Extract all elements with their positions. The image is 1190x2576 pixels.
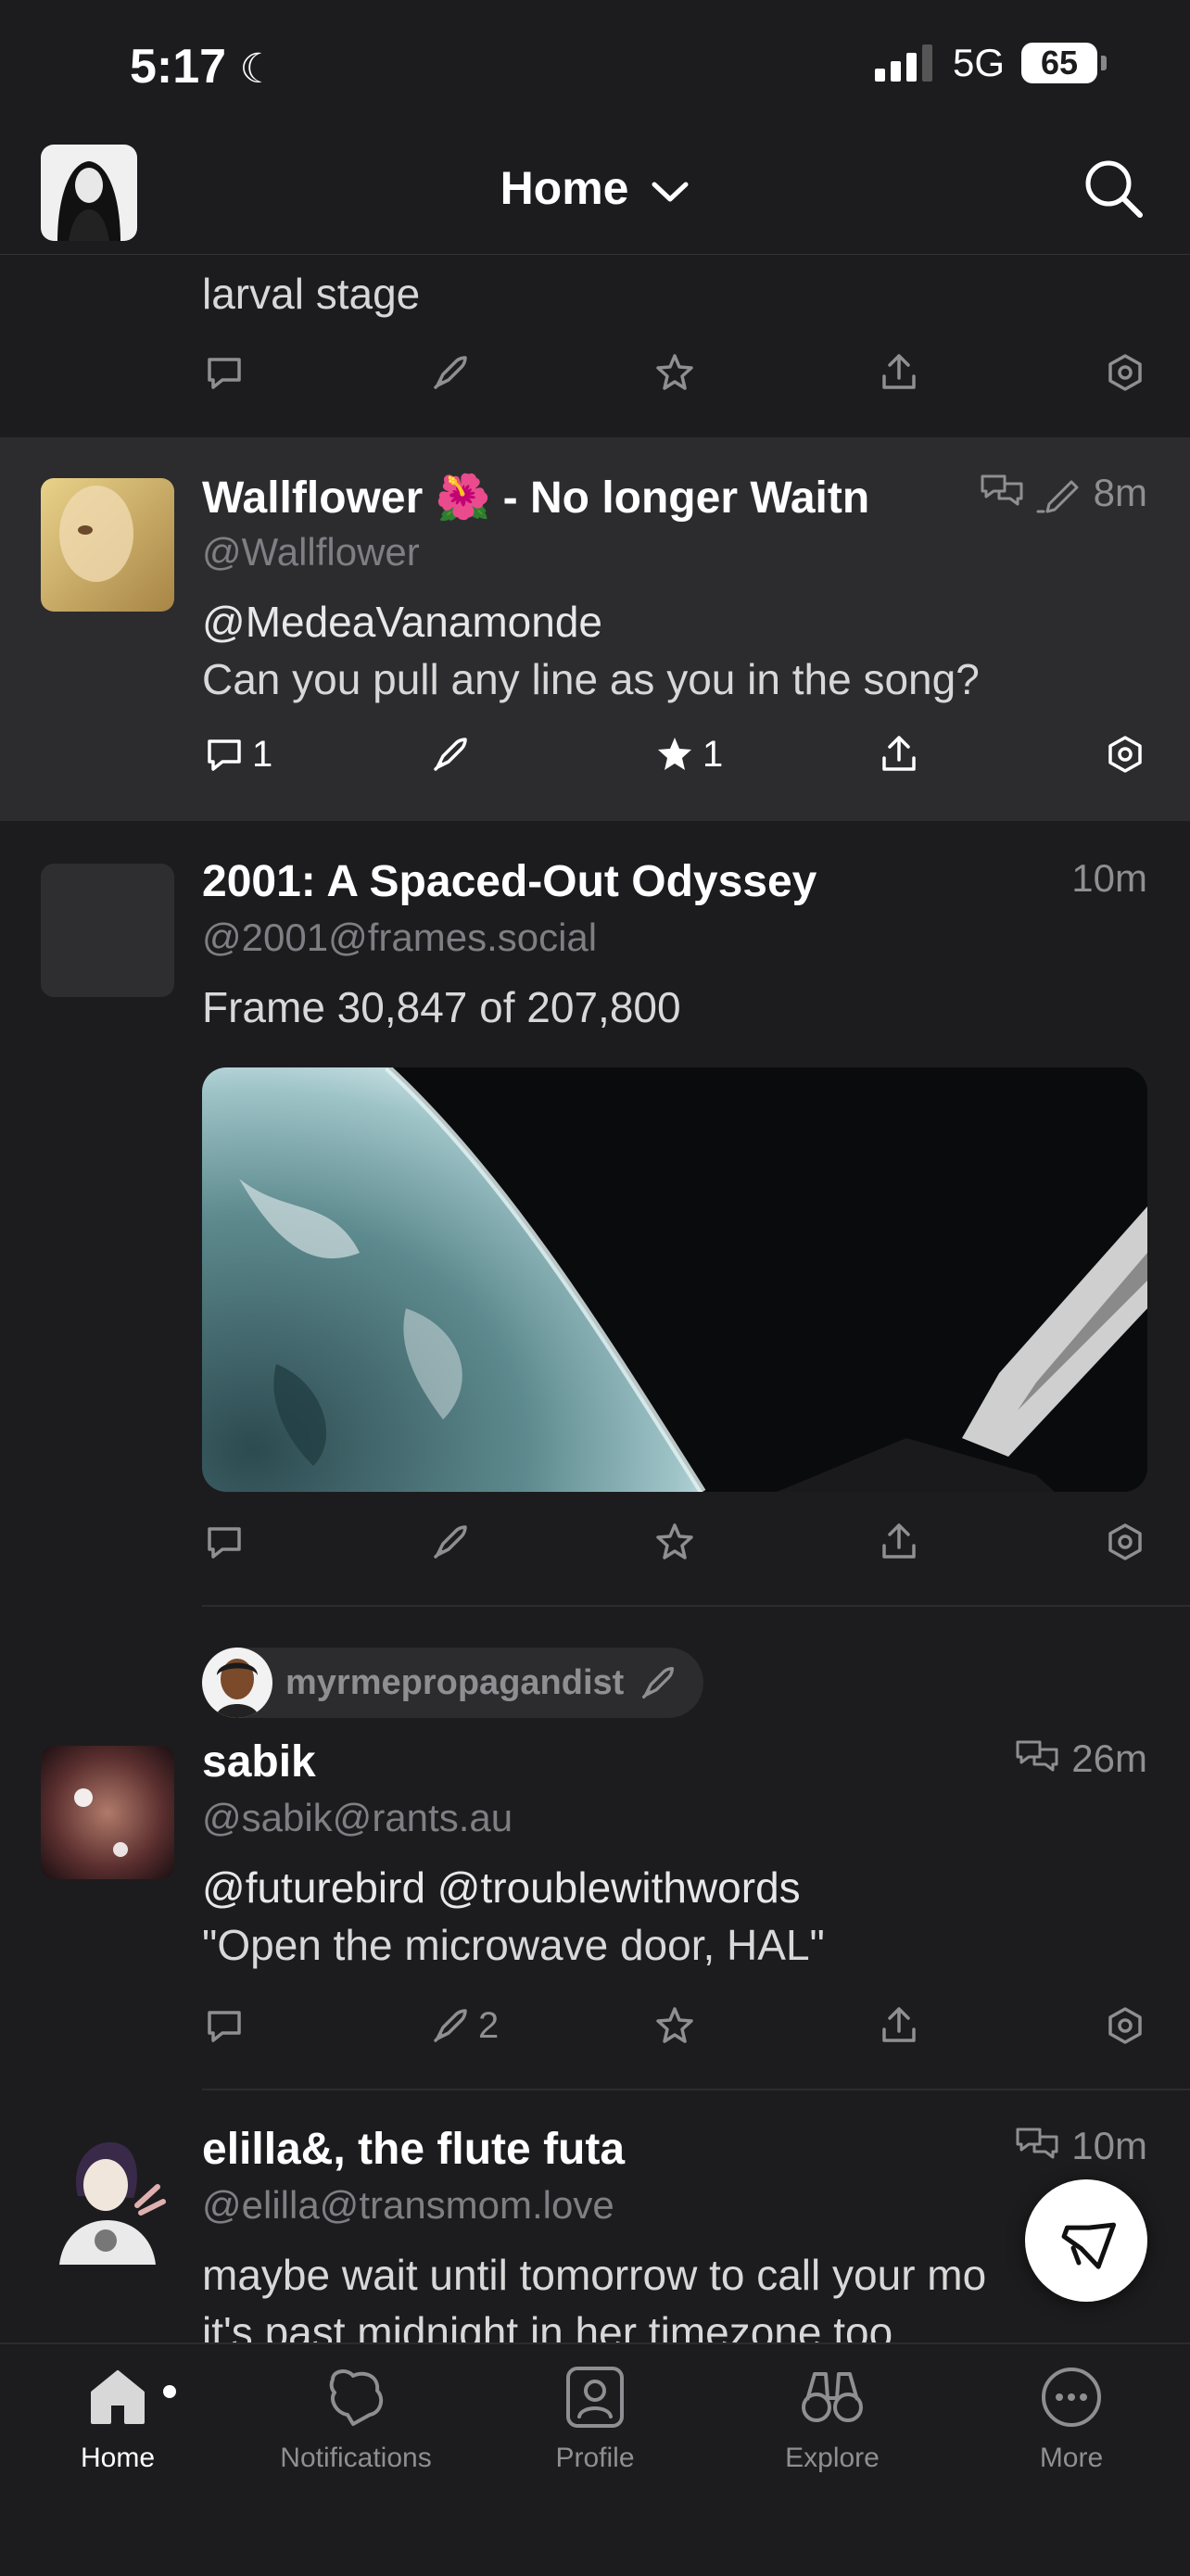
- favorite-button[interactable]: [652, 350, 697, 395]
- timeline-switcher[interactable]: Home: [0, 161, 1190, 215]
- tab-profile[interactable]: Profile: [493, 2361, 697, 2474]
- more-actions-button[interactable]: [1103, 350, 1147, 395]
- post-highlighted[interactable]: Wallflower 🌺 - No longer Waitn 8m @Wallf…: [0, 437, 1190, 821]
- moon-icon: ☾: [239, 46, 276, 92]
- thread-icon: [981, 474, 1023, 506]
- tab-notifications[interactable]: Notifications: [254, 2361, 458, 2474]
- post-body: @futurebird @troublewithwords "Open the …: [202, 1859, 825, 1974]
- boost-button[interactable]: [428, 350, 473, 395]
- handle[interactable]: @2001@frames.social: [202, 915, 597, 960]
- home-icon: [91, 2370, 145, 2424]
- post-time: 10m: [1071, 2124, 1147, 2167]
- more-actions-button[interactable]: [1103, 2003, 1147, 2048]
- boost-button[interactable]: [428, 1520, 473, 1564]
- handle[interactable]: @sabik@rants.au: [202, 1796, 513, 1840]
- reply-button[interactable]: [202, 2003, 247, 2048]
- more-actions-button[interactable]: [1103, 1520, 1147, 1564]
- boost-button[interactable]: 2: [428, 2003, 499, 2048]
- post-elilla[interactable]: elilla&, the flute futa 10m @elilla@tran…: [0, 2090, 1190, 2342]
- more-icon: [1042, 2368, 1101, 2427]
- boost-button[interactable]: [428, 732, 473, 777]
- boosted-by-pill[interactable]: myrmepropagandist: [202, 1648, 704, 1718]
- post-body: larval stage: [202, 270, 421, 318]
- display-name[interactable]: 2001: A Spaced-Out Odyssey: [202, 856, 817, 907]
- page-title: Home: [500, 162, 629, 214]
- favorite-button[interactable]: [652, 2003, 697, 2048]
- notifications-icon: [329, 2369, 384, 2426]
- post-sabik[interactable]: myrmepropagandist sabik 26m @sabik@rants…: [0, 1607, 1190, 2089]
- booster-avatar: [202, 1648, 272, 1718]
- post-time: 26m: [1071, 1736, 1147, 1780]
- post-body-line: Can you pull any line as you in the song…: [202, 655, 980, 703]
- time-label: 5:17: [130, 40, 227, 94]
- post-meta: 8m: [979, 471, 1147, 515]
- tab-more[interactable]: More: [969, 2361, 1173, 2474]
- status-time: 5:17 ☾: [130, 39, 276, 95]
- post-body-line: "Open the microwave door, HAL": [202, 1921, 825, 1969]
- handle[interactable]: @Wallflower: [202, 530, 420, 575]
- reply-button[interactable]: [202, 350, 247, 395]
- chevron-down-icon: [652, 182, 689, 202]
- unread-dot: [163, 2385, 176, 2398]
- post-body: @MedeaVanamonde Can you pull any line as…: [202, 593, 980, 708]
- tab-home[interactable]: Home: [16, 2361, 220, 2474]
- network-label: 5G: [952, 41, 1005, 84]
- post-time: 10m: [1071, 856, 1147, 900]
- booster-name: myrmepropagandist: [285, 1662, 625, 1702]
- thread-icon: [1016, 1740, 1058, 1772]
- thread-icon: [1016, 2128, 1058, 2159]
- display-name[interactable]: sabik: [202, 1736, 316, 1787]
- avatar[interactable]: [41, 478, 174, 612]
- mention-link[interactable]: @MedeaVanamonde: [202, 593, 980, 650]
- mention-links[interactable]: @futurebird @troublewithwords: [202, 1859, 825, 1916]
- reply-button[interactable]: 1: [202, 732, 272, 777]
- post-meta: 26m: [1014, 1736, 1147, 1781]
- avatar[interactable]: [41, 864, 174, 997]
- share-button[interactable]: [877, 1520, 921, 1564]
- post-body-line: maybe wait until tomorrow to call your m…: [202, 2251, 987, 2299]
- boost-icon: [642, 1666, 675, 1699]
- share-button[interactable]: [877, 732, 921, 777]
- tab-label: Notifications: [280, 2443, 432, 2473]
- megaphone-icon: [1061, 2222, 1117, 2269]
- binoculars-icon: [802, 2372, 863, 2422]
- post-time: 8m: [1093, 471, 1147, 514]
- display-name[interactable]: Wallflower 🌺 - No longer Waitn: [202, 471, 869, 524]
- reply-button[interactable]: [202, 1520, 247, 1564]
- compose-button[interactable]: [1025, 2179, 1147, 2302]
- post-body-line: it's past midnight in her timezone too: [202, 2308, 893, 2342]
- search-icon[interactable]: [1081, 156, 1146, 221]
- share-button[interactable]: [877, 2003, 921, 2048]
- tab-label: More: [1039, 2443, 1104, 2473]
- post-2001[interactable]: 2001: A Spaced-Out Odyssey 10m @2001@fra…: [0, 823, 1190, 1607]
- favorite-button[interactable]: 1: [652, 732, 723, 777]
- media-image[interactable]: [202, 1067, 1147, 1492]
- battery-indicator: 65: [1021, 43, 1107, 83]
- post-meta: 10m: [1014, 2124, 1147, 2168]
- favorite-button[interactable]: [652, 1520, 697, 1564]
- signal-icon: [874, 44, 932, 82]
- post-body: Frame 30,847 of 207,800: [202, 983, 681, 1031]
- favorite-count: 1: [703, 733, 724, 775]
- tab-explore[interactable]: Explore: [730, 2361, 934, 2474]
- tab-label: Explore: [785, 2443, 880, 2473]
- boost-count: 2: [478, 2004, 500, 2046]
- share-button[interactable]: [877, 350, 921, 395]
- handle[interactable]: @elilla@transmom.love: [202, 2183, 614, 2228]
- edited-pencil-icon: [1036, 480, 1079, 513]
- profile-icon: [566, 2367, 624, 2428]
- tab-label: Home: [80, 2443, 156, 2473]
- tab-label: Profile: [555, 2443, 635, 2473]
- reply-count: 1: [252, 733, 273, 775]
- avatar[interactable]: [41, 1746, 174, 1879]
- more-actions-button[interactable]: [1103, 732, 1147, 777]
- post-body: maybe wait until tomorrow to call your m…: [202, 2246, 986, 2342]
- post-partial[interactable]: larval stage: [0, 256, 1190, 436]
- status-indicators: 5G 65: [874, 41, 1107, 85]
- display-name[interactable]: elilla&, the flute futa: [202, 2124, 625, 2175]
- avatar[interactable]: [41, 2131, 174, 2265]
